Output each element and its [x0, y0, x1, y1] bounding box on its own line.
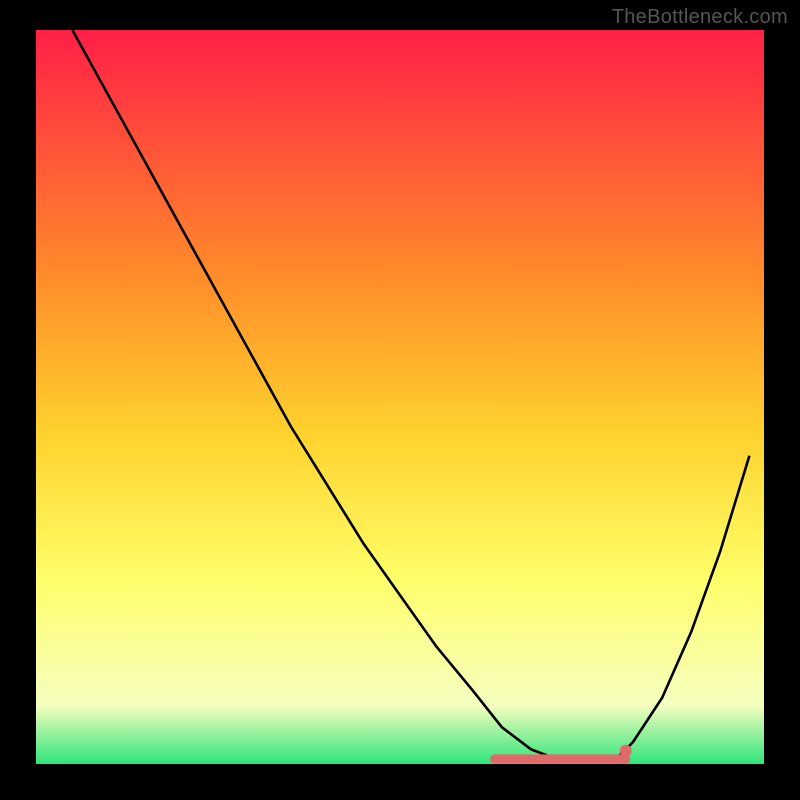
bottleneck-chart [0, 0, 800, 800]
watermark-text: TheBottleneck.com [612, 6, 788, 29]
chart-frame: TheBottleneck.com [0, 0, 800, 800]
gradient-background [36, 30, 764, 764]
optimal-point-marker [620, 745, 632, 757]
